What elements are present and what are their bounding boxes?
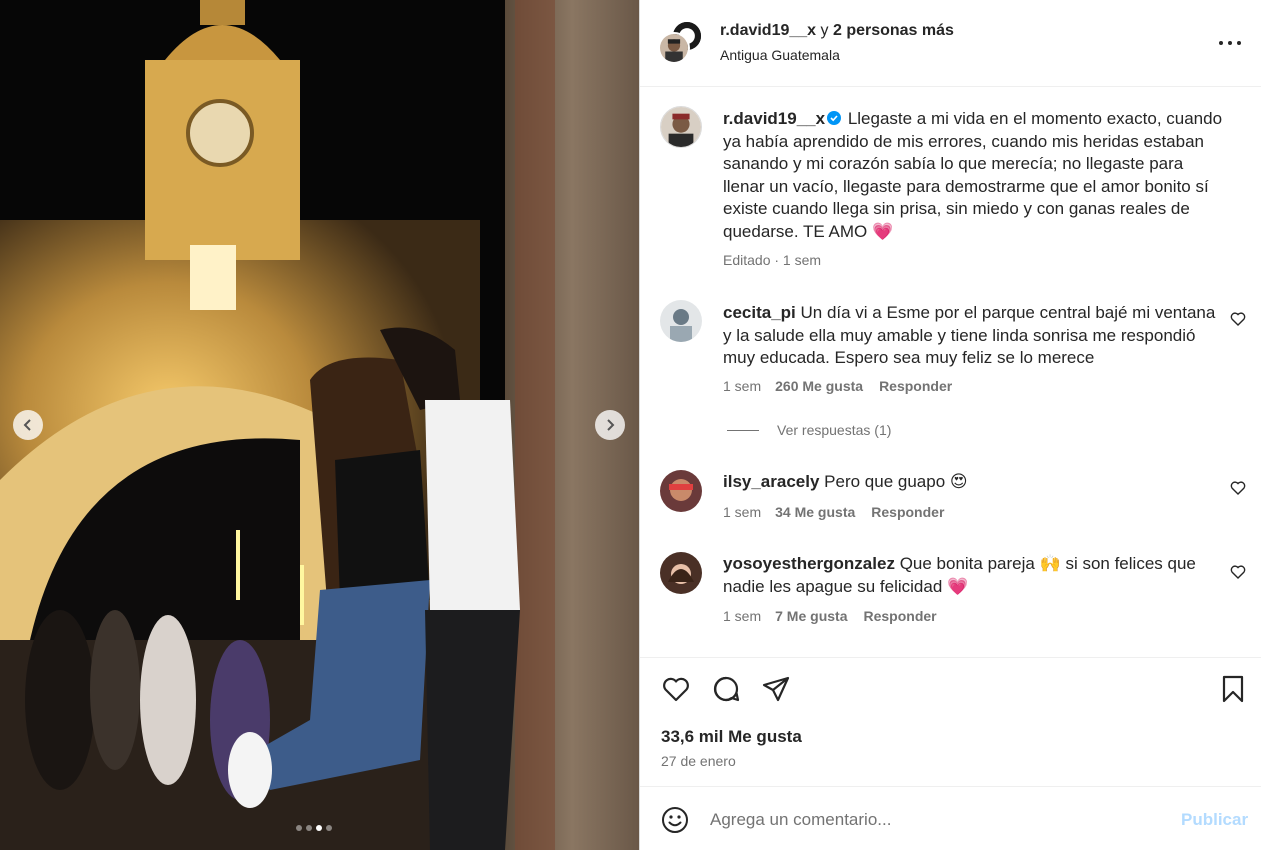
avatar-image [660,300,702,342]
post-photo[interactable] [0,0,639,850]
bookmark-save-icon[interactable] [1218,674,1248,704]
photo-image [0,0,639,850]
next-slide-button[interactable] [595,410,625,440]
caption-meta: Editado · 1 sem [723,252,822,268]
comment-body: cecita_pi Un día vi a Esme por el parque… [723,302,1223,370]
post-authors: r.david19__x y 2 personas más [720,22,954,40]
heart-outline-icon[interactable] [1230,564,1246,580]
author-username[interactable]: r.david19__x [720,22,816,39]
comment-composer: Publicar [640,786,1261,850]
comment-text: Pero que guapo [824,472,946,491]
post-details-panel: r.david19__x y 2 personas más Antigua Gu… [639,0,1261,850]
post-location[interactable]: Antigua Guatemala [720,47,840,63]
chevron-left-icon [23,419,31,431]
post-header: r.david19__x y 2 personas más Antigua Gu… [640,0,1261,87]
replies-divider [727,429,759,431]
reply-button[interactable]: Responder [879,378,952,394]
slide-dot [306,825,312,831]
reply-button[interactable]: Responder [863,608,936,624]
comment-emoji: 😍 [949,472,968,491]
action-bar: 33,6 mil Me gusta 27 de enero [640,657,1261,785]
more-options-icon[interactable] [1219,33,1241,53]
comment-username[interactable]: yosoyesthergonzalez [723,554,895,573]
heart-outline-icon[interactable] [1230,311,1246,327]
avatar-image [660,552,702,594]
comment-meta: 1 sem 260 Me gusta Responder [723,378,952,394]
avatar-image [660,34,688,62]
coauthors-link[interactable]: 2 personas más [833,22,954,39]
caption-emoji: 💗 [872,221,894,241]
comment-likes[interactable]: 260 Me gusta [775,378,863,394]
comment-body: yosoyesthergonzalez Que bonita pareja 🙌 … [723,553,1223,598]
commenter-avatar[interactable] [660,470,702,512]
comment-time: 1 sem [723,504,762,520]
commenter-avatar[interactable] [660,300,702,342]
slide-dot [326,825,332,831]
share-send-icon[interactable] [761,674,791,704]
post-caption: r.david19__x Llegaste a mi vida en el mo… [723,108,1223,244]
heart-outline-icon[interactable] [1230,480,1246,496]
comment-time: 1 sem [723,378,762,394]
comment-username[interactable]: cecita_pi [723,303,796,322]
comment-username[interactable]: ilsy_aracely [723,472,819,491]
view-replies-button[interactable]: Ver respuestas (1) [727,422,891,438]
slide-dot-active [316,825,322,831]
avatar-image [660,470,702,512]
reply-button[interactable]: Responder [871,504,944,520]
comment-meta: 1 sem 34 Me gusta Responder [723,504,944,520]
comment-bubble-icon[interactable] [711,674,741,704]
comment-likes[interactable]: 34 Me gusta [775,504,855,520]
comments-section[interactable]: r.david19__x Llegaste a mi vida en el mo… [640,88,1261,656]
caption-avatar[interactable] [660,106,702,148]
verified-badge-icon [827,111,842,125]
post-date: 27 de enero [661,753,736,769]
likes-count[interactable]: 33,6 mil Me gusta [661,727,802,747]
comment-body: ilsy_aracely Pero que guapo 😍 [723,471,1223,494]
slide-dot [296,825,302,831]
commenter-avatar[interactable] [660,552,702,594]
like-heart-icon[interactable] [661,674,691,704]
avatar-image [661,107,701,147]
comment-input[interactable] [710,807,1160,833]
comment-text: Un día vi a Esme por el parque central b… [723,303,1216,368]
coauthors-joiner: y [816,22,833,39]
chevron-right-icon [607,419,615,431]
publish-button[interactable]: Publicar [1181,810,1248,830]
comment-meta: 1 sem 7 Me gusta Responder [723,608,937,624]
comment-time: 1 sem [723,608,762,624]
emoji-smiley-icon[interactable] [661,806,689,834]
comment-emoji: 💗 [947,576,969,596]
author-avatar[interactable] [658,32,690,64]
view-replies-label: Ver respuestas (1) [777,422,892,438]
previous-slide-button[interactable] [13,410,43,440]
caption-body: Llegaste a mi vida en el momento exacto,… [723,109,1223,241]
slide-indicator [296,825,332,831]
caption-username[interactable]: r.david19__x [723,109,825,128]
comment-likes[interactable]: 7 Me gusta [775,608,847,624]
